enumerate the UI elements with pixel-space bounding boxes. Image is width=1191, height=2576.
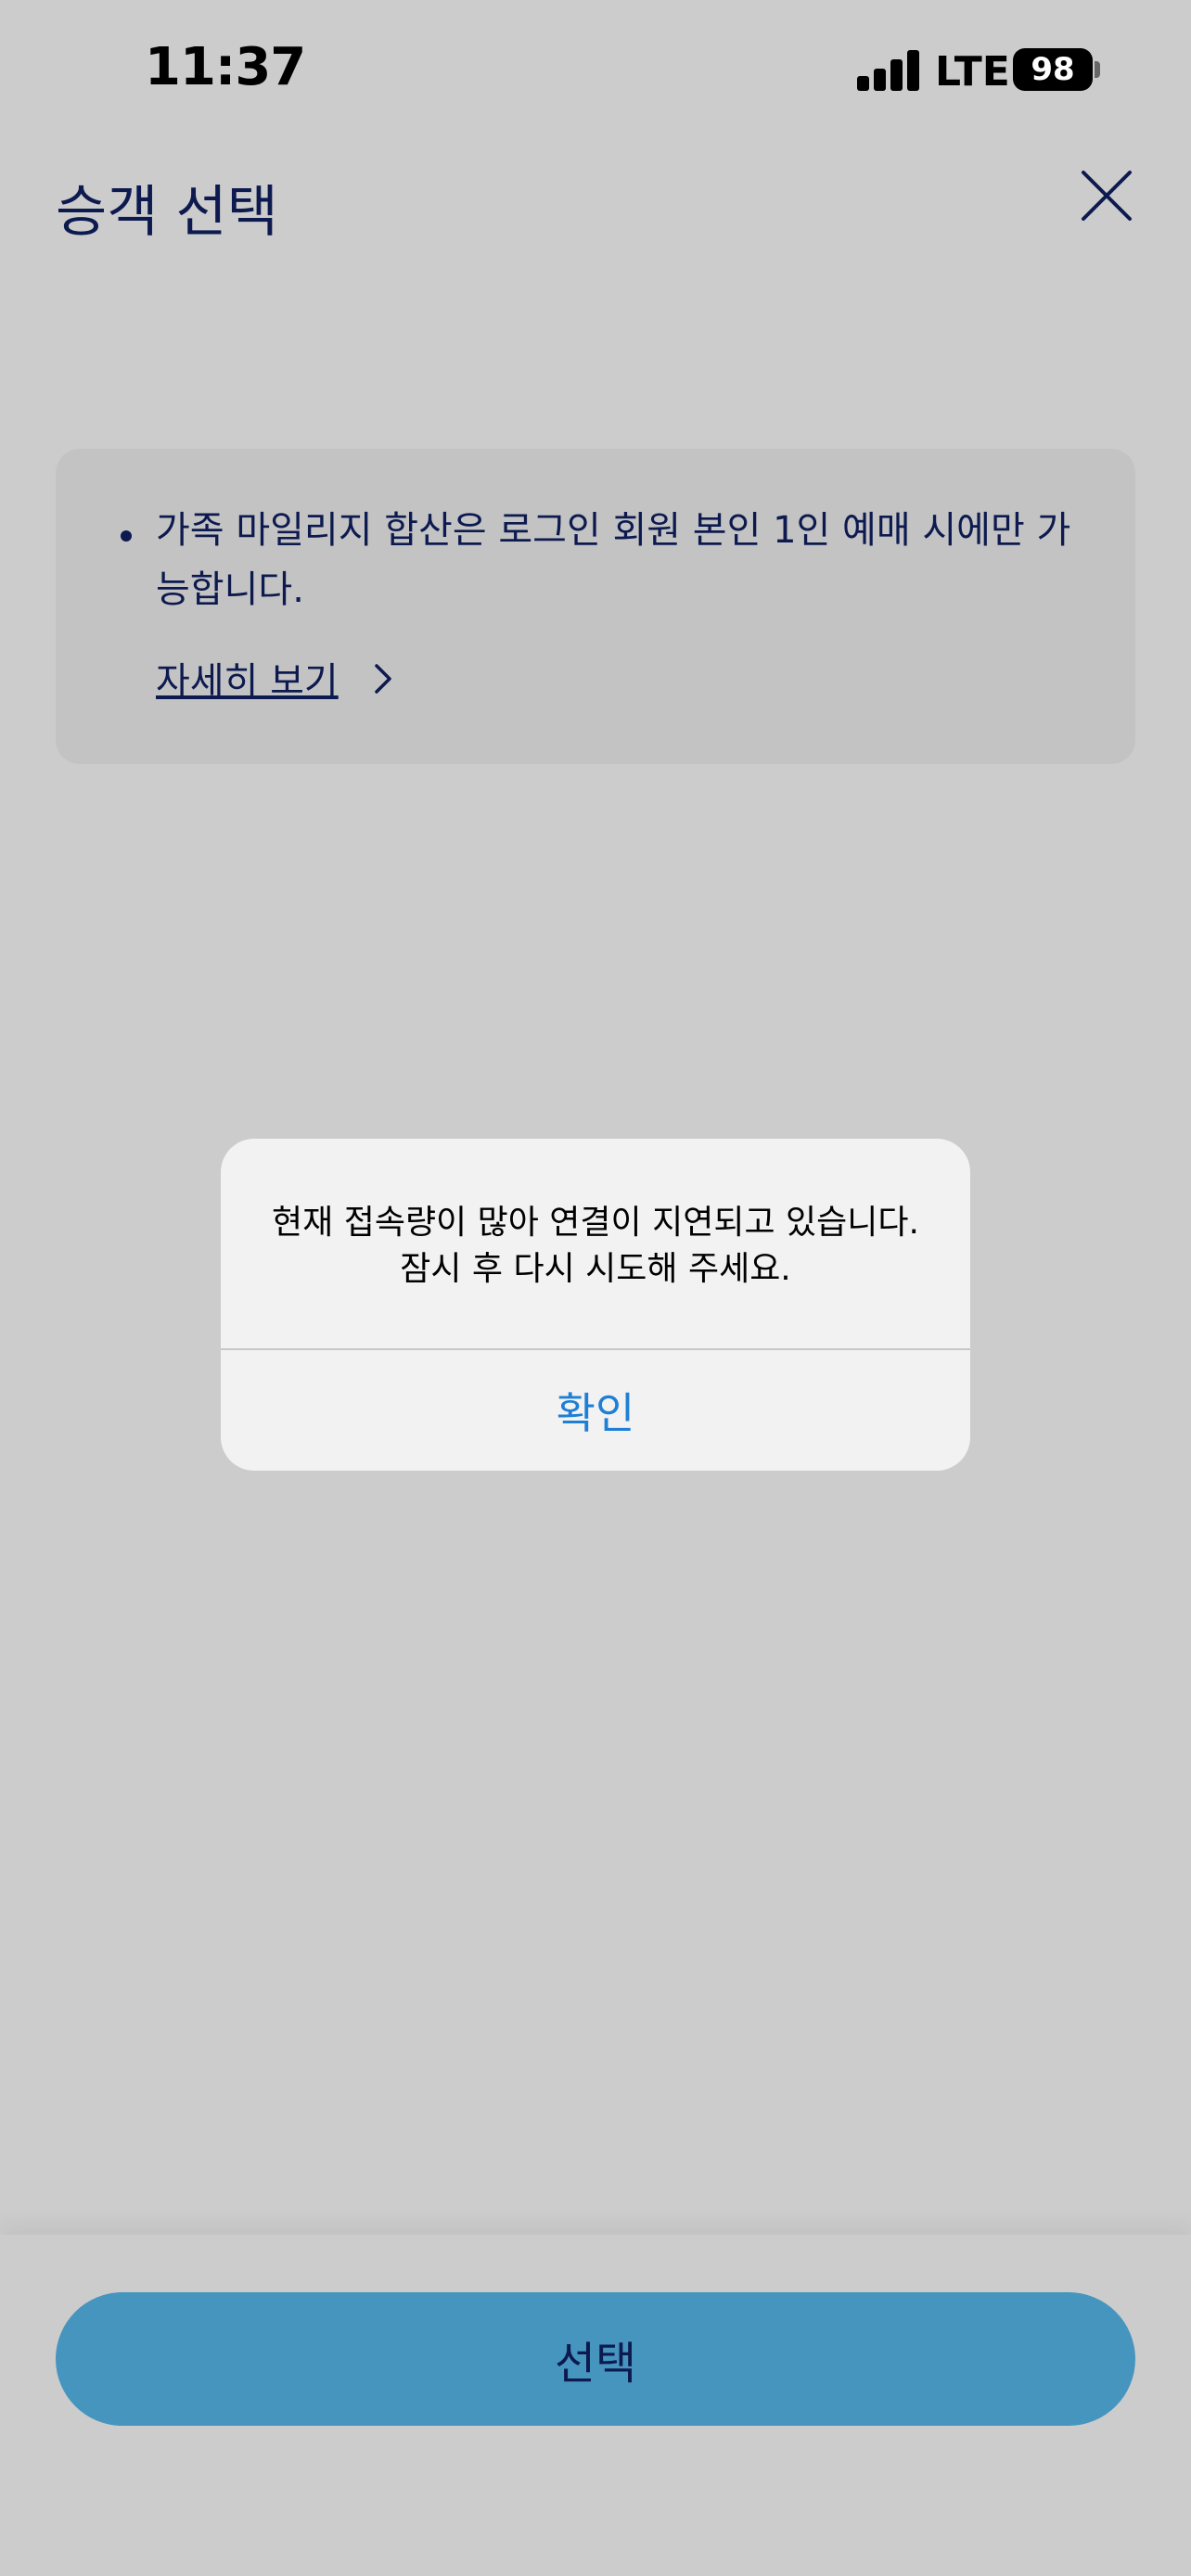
battery-level: 98 <box>1031 51 1075 88</box>
battery-cap <box>1095 61 1100 78</box>
dialog-message-line1: 현재 접속량이 많아 연결이 지연되고 있습니다. <box>272 1204 919 1242</box>
notice-box: 가족 마일리지 합산은 로그인 회원 본인 1인 예매 시에만 가능합니다. 자… <box>56 449 1135 764</box>
bottom-panel: 선택 <box>0 2235 1191 2576</box>
status-bar: 11:37 LTE 98 <box>0 0 1191 139</box>
battery-icon: 98 <box>1013 48 1093 91</box>
status-time: 11:37 <box>145 37 306 97</box>
page-title: 승객 선택 <box>56 180 278 245</box>
signal-strength-icon <box>857 48 920 91</box>
dialog-message-line2: 잠시 후 다시 시도해 주세요. <box>400 1250 791 1288</box>
notice-text: 가족 마일리지 합산은 로그인 회원 본인 1인 예매 시에만 가능합니다. <box>156 509 1071 611</box>
chevron-right-icon[interactable] <box>369 658 397 699</box>
alert-dialog: 현재 접속량이 많아 연결이 지연되고 있습니다. 잠시 후 다시 시도해 주세… <box>221 1139 970 1471</box>
bullet-icon <box>121 530 132 542</box>
close-button[interactable] <box>1076 165 1137 226</box>
network-type: LTE <box>935 48 1010 96</box>
header: 승객 선택 <box>0 148 1191 260</box>
dialog-message: 현재 접속량이 많아 연결이 지연되고 있습니다. 잠시 후 다시 시도해 주세… <box>239 1200 952 1293</box>
details-link[interactable]: 자세히 보기 <box>156 651 339 705</box>
close-icon <box>1082 171 1132 221</box>
confirm-button[interactable]: 확인 <box>221 1350 970 1471</box>
select-button[interactable]: 선택 <box>56 2292 1135 2426</box>
